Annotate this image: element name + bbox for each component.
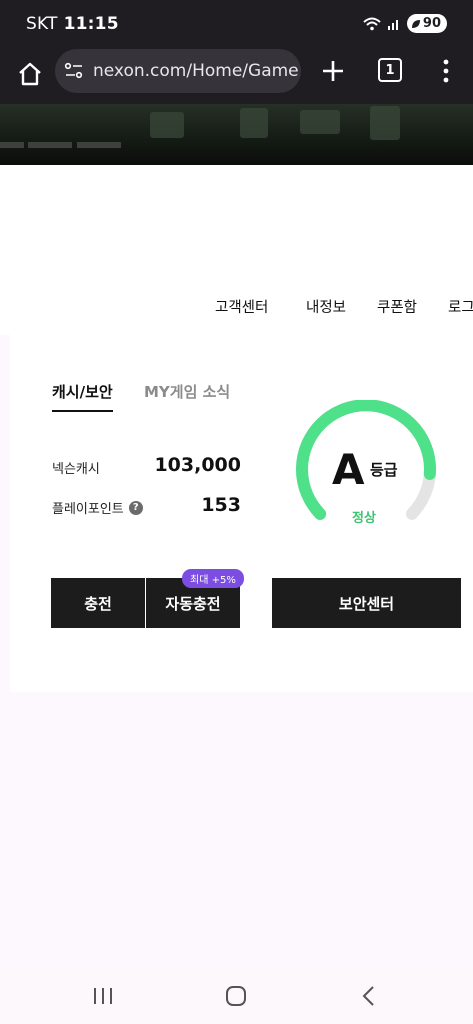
system-nav-bar [0, 968, 473, 1024]
nav-coupon-box[interactable]: 쿠폰함 [377, 296, 417, 317]
status-icons: 90 [363, 14, 447, 33]
banner-indicator[interactable] [77, 142, 121, 148]
nav-login[interactable]: 로그 [448, 296, 473, 317]
security-grade-letter: A [332, 445, 365, 494]
site-settings-icon[interactable] [63, 60, 85, 82]
game-banner[interactable] [0, 104, 473, 165]
gauge-fill [296, 400, 436, 520]
charge-button[interactable]: 충전 [51, 578, 145, 628]
url-text: nexon.com/Home/Game [93, 61, 299, 81]
nav-customer-center[interactable]: 고객센터 [215, 296, 268, 317]
nexon-cash-label-text: 넥슨캐시 [52, 462, 100, 477]
carrier-label: SKT [26, 14, 58, 34]
security-center-button[interactable]: 보안센터 [272, 578, 461, 628]
browser-toolbar: nexon.com/Home/Game 1 [0, 48, 473, 104]
tab-my-game-news[interactable]: MY게임 소식 [144, 381, 230, 402]
top-nav: 고객센터 내정보 쿠폰함 로그 [0, 296, 473, 320]
banner-art [300, 110, 340, 134]
battery-level: 90 [422, 16, 441, 31]
banner-indicator[interactable] [0, 142, 24, 148]
security-grade-suffix: 등급 [370, 461, 398, 479]
play-point-value: 153 [201, 494, 241, 516]
back-icon[interactable] [359, 985, 379, 1007]
tab-switcher-button[interactable]: 1 [378, 58, 402, 82]
banner-art [240, 108, 268, 138]
signal-icon [387, 19, 398, 30]
address-bar[interactable]: nexon.com/Home/Game [55, 49, 301, 93]
status-bar: SKT 11:15 90 [0, 0, 473, 48]
cash-security-card: 캐시/보안 MY게임 소식 넥슨캐시 103,000 플레이포인트 ? 153 … [10, 335, 473, 692]
banner-indicator[interactable] [28, 142, 72, 148]
play-point-label-text: 플레이포인트 [52, 502, 124, 517]
help-icon[interactable]: ? [128, 500, 143, 515]
nexon-cash-label: 넥슨캐시 [52, 458, 100, 477]
battery-indicator: 90 [406, 14, 447, 33]
recent-apps-icon[interactable] [91, 985, 115, 1007]
tab-cash-security[interactable]: 캐시/보안 [52, 381, 113, 412]
nexon-cash-value: 103,000 [154, 454, 241, 476]
security-status: 정상 [352, 511, 376, 526]
home-icon[interactable] [16, 60, 44, 88]
clock: 11:15 [63, 14, 119, 34]
play-point-label: 플레이포인트 ? [52, 498, 143, 517]
nav-my-info[interactable]: 내정보 [306, 296, 346, 317]
more-menu-icon[interactable] [436, 58, 456, 84]
banner-art [150, 112, 184, 138]
status-carrier-time: SKT 11:15 [26, 14, 119, 34]
banner-art [370, 106, 400, 140]
new-tab-icon[interactable] [320, 58, 346, 84]
leaf-icon [411, 19, 420, 28]
wifi-icon [363, 17, 381, 30]
home-nav-icon[interactable] [224, 984, 248, 1008]
promo-badge: 최대 +5% [182, 569, 244, 588]
